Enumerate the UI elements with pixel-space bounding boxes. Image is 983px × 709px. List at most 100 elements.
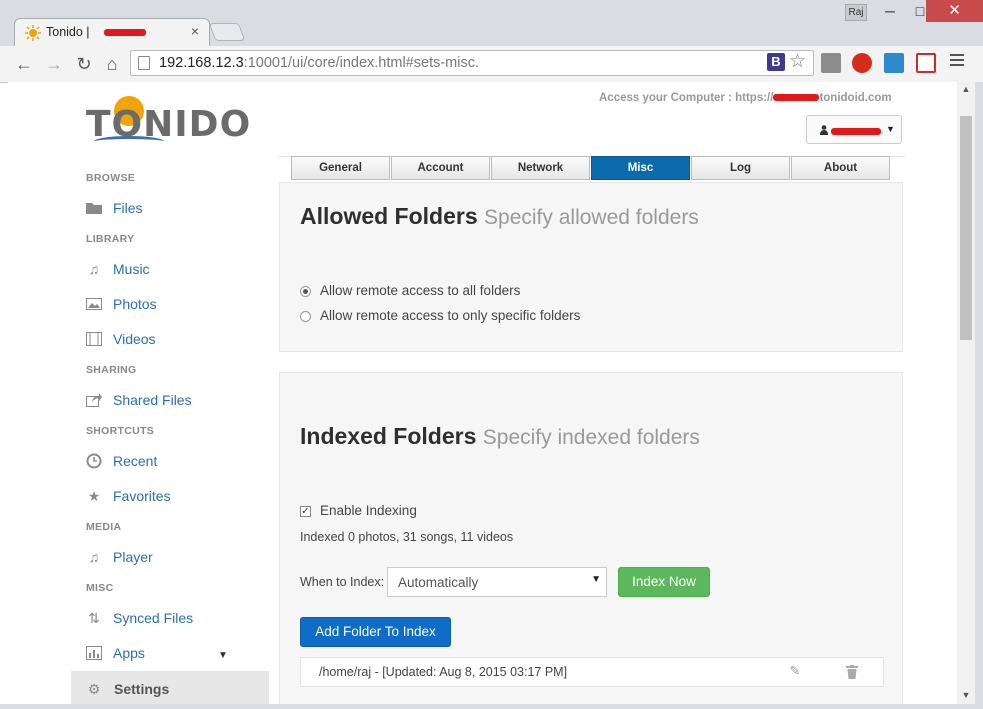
chevron-down-icon: ▼	[886, 124, 895, 134]
sidebar-heading-misc: MISC	[86, 582, 114, 594]
tab-about[interactable]: About	[791, 156, 890, 180]
pencil-icon[interactable]: ✎	[787, 663, 803, 679]
tab-log[interactable]: Log	[691, 156, 790, 180]
bookmark-star-icon[interactable]: ☆	[789, 50, 806, 73]
access-url[interactable]: Access your Computer : https://tonidoid.…	[599, 92, 892, 104]
sidebar-heading-browse: BROWSE	[86, 172, 136, 184]
sidebar-label: Photos	[113, 296, 157, 312]
indexed-folders-panel: Indexed Folders Specify indexed folders …	[279, 372, 903, 704]
close-window-button[interactable]: ✕	[926, 0, 983, 22]
window-frame	[975, 82, 983, 709]
share-icon	[86, 393, 102, 407]
page-content: TONIDO Access your Computer : https://to…	[8, 82, 957, 704]
scroll-up-arrow-icon[interactable]: ▲	[961, 84, 971, 94]
photo-icon	[86, 298, 102, 310]
scrollbar-thumb[interactable]	[960, 116, 972, 340]
redaction-mark	[104, 29, 146, 36]
new-tab-button[interactable]	[208, 23, 246, 41]
checkbox-label: Enable Indexing	[320, 503, 417, 518]
clock-icon	[86, 453, 102, 469]
sidebar-label: Apps	[113, 645, 145, 661]
scroll-down-arrow-icon[interactable]: ▼	[961, 690, 971, 700]
sidebar-item-player[interactable]: ♫ Player	[86, 547, 266, 569]
radio-button[interactable]	[300, 311, 311, 322]
music-icon: ♫	[88, 549, 100, 565]
sidebar-label: Player	[113, 549, 153, 565]
folder-path: /home/raj - [Updated: Aug 8, 2015 03:17 …	[319, 665, 568, 679]
indexed-folders-heading: Indexed Folders Specify indexed folders	[300, 423, 700, 449]
sidebar-label: Files	[113, 200, 143, 216]
tab-misc[interactable]: Misc	[591, 156, 690, 180]
back-arrow-icon[interactable]: ←	[12, 52, 36, 76]
sidebar-item-settings[interactable]: ⚙ Settings	[71, 671, 269, 704]
browser-tab[interactable]: Tonido | ×	[14, 18, 210, 46]
sidebar-label: Synced Files	[113, 610, 194, 626]
when-to-index-select[interactable]: Automatically ▼	[387, 567, 607, 597]
sidebar-label: Videos	[113, 331, 156, 347]
chevron-down-icon[interactable]: ▼	[218, 650, 228, 661]
settings-tabs: General Account Network Misc Log About	[291, 156, 891, 180]
index-now-button[interactable]: Index Now	[618, 567, 710, 597]
sidebar-item-favorites[interactable]: ★ Favorites	[86, 486, 266, 508]
logo-swoosh	[94, 136, 164, 147]
radio-label: Allow remote access to only specific fol…	[320, 308, 581, 323]
allowed-folders-panel: Allowed Folders Specify allowed folders …	[279, 182, 903, 352]
music-icon: ♫	[88, 261, 100, 277]
tab-network[interactable]: Network	[491, 156, 590, 180]
vertical-scrollbar[interactable]: ▲ ▼	[957, 82, 975, 704]
forward-arrow-icon[interactable]: →	[42, 52, 66, 76]
tab-account[interactable]: Account	[391, 156, 490, 180]
profile-chip[interactable]: Raj	[845, 4, 867, 21]
radio-button[interactable]	[300, 286, 311, 297]
radio-specific-folders[interactable]: Allow remote access to only specific fol…	[300, 308, 700, 326]
redaction-mark	[773, 94, 820, 102]
chrome-menu-icon[interactable]	[950, 54, 964, 69]
chart-icon	[86, 646, 102, 660]
address-bar[interactable]: 192.168.12.3:10001/ui/core/index.html#se…	[130, 50, 814, 76]
sidebar-heading-shortcuts: SHORTCUTS	[86, 425, 155, 437]
sidebar-label: Music	[113, 261, 150, 277]
minimize-button[interactable]: ─	[875, 0, 905, 22]
sidebar-label: Shared Files	[113, 392, 192, 408]
sidebar-item-files[interactable]: Files	[86, 198, 266, 220]
reload-icon[interactable]: ↻	[72, 52, 96, 76]
tab-general[interactable]: General	[291, 156, 390, 180]
user-icon	[820, 125, 828, 135]
list-item: /home/raj - [Updated: Aug 8, 2015 03:17 …	[300, 657, 884, 687]
extension-s-icon[interactable]	[884, 53, 904, 73]
extension-check-icon[interactable]	[821, 53, 841, 73]
extension-t-icon[interactable]	[916, 53, 936, 73]
redaction-mark	[831, 128, 881, 135]
sync-icon: ⇅	[88, 610, 100, 626]
sidebar-heading-media: MEDIA	[86, 521, 122, 533]
url-text: 192.168.12.3:10001/ui/core/index.html#se…	[159, 55, 479, 71]
select-value: Automatically	[398, 575, 479, 590]
bold-extension-icon[interactable]: B	[767, 53, 785, 71]
sidebar-item-photos[interactable]: Photos	[86, 294, 266, 316]
sidebar-item-shared-files[interactable]: Shared Files	[86, 390, 266, 412]
folder-icon	[86, 203, 102, 214]
tonido-logo: TONIDO	[86, 96, 250, 147]
radio-all-folders[interactable]: Allow remote access to all folders	[300, 283, 700, 301]
sidebar-item-recent[interactable]: Recent	[86, 451, 266, 473]
checkmark-icon[interactable]: ✓	[300, 506, 311, 517]
sidebar-label: Settings	[114, 681, 170, 697]
tab-close-button[interactable]: ×	[191, 23, 199, 39]
when-to-index-label: When to Index:	[300, 575, 385, 589]
extension-stop-icon[interactable]	[852, 53, 872, 73]
star-icon: ★	[87, 488, 101, 504]
sidebar-item-synced-files[interactable]: ⇅ Synced Files	[86, 608, 266, 630]
sidebar-label: Recent	[113, 453, 158, 469]
add-folder-button[interactable]: Add Folder To Index	[300, 617, 451, 647]
sidebar-item-apps[interactable]: Apps	[86, 643, 266, 665]
sidebar-item-music[interactable]: ♫ Music	[86, 259, 266, 281]
window-frame	[0, 704, 983, 709]
film-icon	[86, 332, 102, 346]
home-icon[interactable]: ⌂	[100, 52, 124, 76]
tonido-sun-icon	[25, 25, 41, 41]
gear-icon: ⚙	[87, 681, 101, 697]
index-stats: Indexed 0 photos, 31 songs, 11 videos	[300, 530, 514, 544]
user-menu-button[interactable]: ▼	[806, 115, 902, 144]
trash-icon[interactable]	[846, 665, 858, 679]
sidebar-item-videos[interactable]: Videos	[86, 329, 266, 351]
